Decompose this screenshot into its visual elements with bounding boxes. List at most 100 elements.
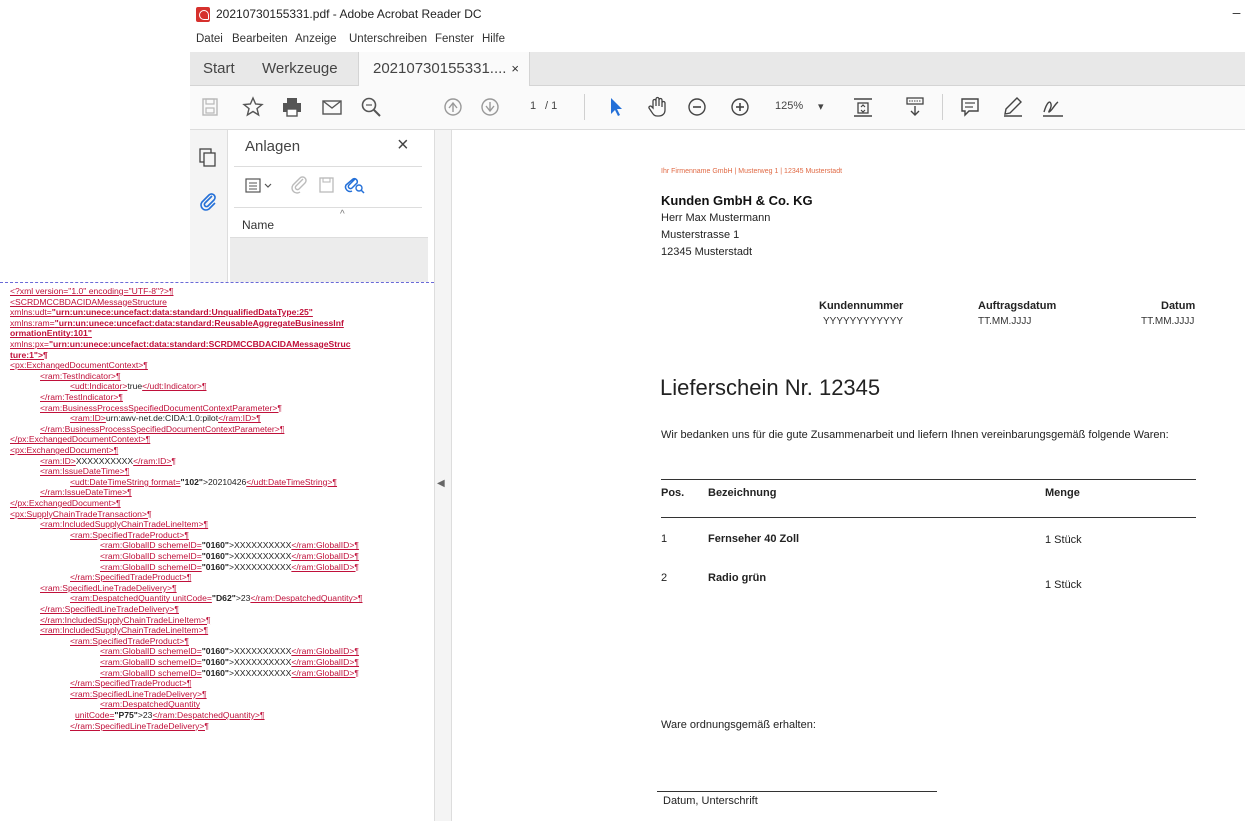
xml-tag: <px:SupplyChainTradeTransaction>¶ <box>10 508 152 519</box>
page-number-input[interactable]: 1 <box>530 100 536 112</box>
xml-line: ture:1">¶ <box>10 350 48 361</box>
collapse-panel-icon[interactable]: ◀ <box>437 478 445 489</box>
zoom-in-icon[interactable] <box>727 94 753 120</box>
xml-line: <ram:DespatchedQuantity <box>100 699 200 710</box>
xml-attr-value: "D62" <box>211 593 236 604</box>
table-header-rule <box>661 517 1196 518</box>
zoom-level-select[interactable]: 125% <box>775 100 803 112</box>
xml-line: </px:ExchangedDocumentContext>¶ <box>10 434 150 445</box>
bookmark-star-icon[interactable] <box>240 94 266 120</box>
toolbar <box>190 86 1245 130</box>
zoom-dropdown-caret[interactable]: ▾ <box>818 100 824 113</box>
xml-tag: </ram:DespatchedQuantity>¶ <box>152 710 265 720</box>
close-panel-icon[interactable]: × <box>397 134 409 157</box>
page-up-icon[interactable] <box>440 94 466 120</box>
highlight-pen-icon[interactable] <box>1000 94 1026 120</box>
xml-tag: <ram:GlobalID schemeID= <box>100 667 202 678</box>
xml-line: <ram:SpecifiedTradeProduct>¶ <box>70 636 189 647</box>
xml-attr-value: "0160" <box>201 657 230 667</box>
pages-thumbnail-icon[interactable] <box>197 146 219 168</box>
xml-ns-value: "urn:un:unece:uncefact:data:standard:Reu… <box>54 317 344 328</box>
menu-bearbeiten[interactable]: Bearbeiten <box>232 33 288 45</box>
recipient-company: Kunden GmbH & Co. KG <box>661 193 813 208</box>
xml-line: </ram:SpecifiedLineTradeDelivery>¶ <box>40 604 179 615</box>
options-menu-icon[interactable] <box>244 176 276 196</box>
customer-number-value: YYYYYYYYYYYY <box>823 316 904 327</box>
attachments-panel-title: Anlagen <box>245 138 301 155</box>
attachment-paperclip-icon[interactable] <box>197 190 219 212</box>
xml-line: <ram:IncludedSupplyChainTradeLineItem>¶ <box>40 625 208 636</box>
minimize-button[interactable]: – <box>1228 4 1245 24</box>
scroll-mode-icon[interactable] <box>902 94 928 120</box>
xml-document-overlay: <?xml version="1.0" encoding="UTF-8"?>¶ … <box>0 282 434 821</box>
xml-tag: </ram:SpecifiedLineTradeDelivery>¶ <box>40 604 179 614</box>
menu-anzeige[interactable]: Anzeige <box>295 33 337 45</box>
xml-line: <ram:SpecifiedLineTradeDelivery>¶ <box>40 583 177 594</box>
column-name-header[interactable]: Name <box>242 218 274 232</box>
recipient-street: Musterstrasse 1 <box>661 229 740 241</box>
xml-text: >23 <box>235 593 251 604</box>
fit-page-icon[interactable] <box>850 94 876 120</box>
order-date-label: Auftragsdatum <box>978 300 1057 312</box>
xml-line: </ram:TestIndicator>¶ <box>40 392 123 403</box>
tab-document[interactable]: 20210730155331.... × <box>358 52 530 86</box>
xml-declaration: <?xml version="1.0" encoding="UTF-8"?>¶ <box>10 286 174 296</box>
xml-tag: <ram:TestIndicator>¶ <box>40 370 121 381</box>
xml-tag: <ram:ID> <box>70 413 106 424</box>
save-attachment-icon[interactable] <box>316 174 338 196</box>
xml-tag: </ram:SpecifiedLineTradeDelivery>¶ <box>70 720 209 731</box>
xml-text: >XXXXXXXXXX <box>229 551 292 561</box>
xml-attr-value: "0160" <box>201 667 230 678</box>
menu-hilfe[interactable]: Hilfe <box>482 33 505 45</box>
menu-unterschreiben[interactable]: Unterschreiben <box>349 33 427 45</box>
xml-ns-value: "urn:un:unece:uncefact:data:standard:Unq… <box>51 307 313 318</box>
open-attachment-icon[interactable] <box>289 174 311 196</box>
xml-tag: <ram:SpecifiedTradeProduct>¶ <box>70 635 189 646</box>
search-zoom-icon[interactable] <box>358 94 384 120</box>
xml-tag: <udt:DateTimeString format= <box>70 476 181 487</box>
row-2-pos: 2 <box>661 572 668 584</box>
zoom-out-icon[interactable] <box>684 94 710 120</box>
page-down-icon[interactable] <box>477 94 503 120</box>
row-2-description: Radio grün <box>708 572 767 584</box>
xml-line: <ram:IncludedSupplyChainTradeLineItem>¶ <box>40 519 208 530</box>
xml-tag: unitCode= <box>75 710 115 720</box>
xml-line: </ram:IssueDateTime>¶ <box>40 487 132 498</box>
xml-tag: <ram:DespatchedQuantity unitCode= <box>70 593 212 604</box>
xml-line: <ram:ID>XXXXXXXXXX</ram:ID>¶ <box>40 456 176 467</box>
xml-line: <ram:SpecifiedTradeProduct>¶ <box>70 530 189 541</box>
select-arrow-icon[interactable] <box>603 94 629 120</box>
customer-number-label: Kundennummer <box>819 300 904 312</box>
print-icon[interactable] <box>279 94 305 120</box>
close-tab-icon[interactable]: × <box>511 52 519 86</box>
tab-start[interactable]: Start <box>203 52 235 86</box>
xml-tag: </ram:GlobalID>¶ <box>291 561 360 572</box>
attachments-list <box>230 238 428 285</box>
xml-line: <ram:GlobalID schemeID="0160">XXXXXXXXXX… <box>100 657 359 668</box>
xml-tag: </ram:BusinessProcessSpecifiedDocumentCo… <box>40 423 285 434</box>
menu-datei[interactable]: Datei <box>196 33 223 45</box>
xml-line: xmlns:udt="urn:un:unece:uncefact:data:st… <box>10 307 313 318</box>
save-icon[interactable] <box>197 94 223 120</box>
hand-tool-icon[interactable] <box>645 94 671 120</box>
sender-return-address: Ihr Firmenname GmbH | Musterweg 1 | 1234… <box>661 168 843 175</box>
sort-ascending-icon[interactable]: ^ <box>340 209 345 220</box>
xml-attr-value: "0160" <box>201 646 230 657</box>
xml-ns-attr: xmlns:px= <box>10 339 49 349</box>
sign-icon[interactable] <box>1040 94 1066 120</box>
search-attachment-icon[interactable] <box>343 174 365 196</box>
menu-fenster[interactable]: Fenster <box>435 33 474 45</box>
xml-tag: <ram:SpecifiedLineTradeDelivery>¶ <box>40 582 177 593</box>
xml-ns-attr: xmlns:udt= <box>10 307 52 318</box>
xml-tag: </ram:SpecifiedTradeProduct>¶ <box>70 678 192 689</box>
xml-ns-value: ormationEntity:101" <box>10 328 92 339</box>
xml-tag: <ram:SpecifiedTradeProduct>¶ <box>70 529 189 540</box>
email-icon[interactable] <box>319 94 345 120</box>
signature-label: Datum, Unterschrift <box>663 795 758 807</box>
panel-collapse-bar <box>434 130 452 821</box>
xml-tag: </px:ExchangedDocument>¶ <box>10 498 121 508</box>
comment-icon[interactable] <box>957 94 983 120</box>
tab-tools[interactable]: Werkzeuge <box>262 52 338 86</box>
page-total: / 1 <box>545 100 558 112</box>
xml-ns-value: ture:1">¶ <box>10 349 48 360</box>
